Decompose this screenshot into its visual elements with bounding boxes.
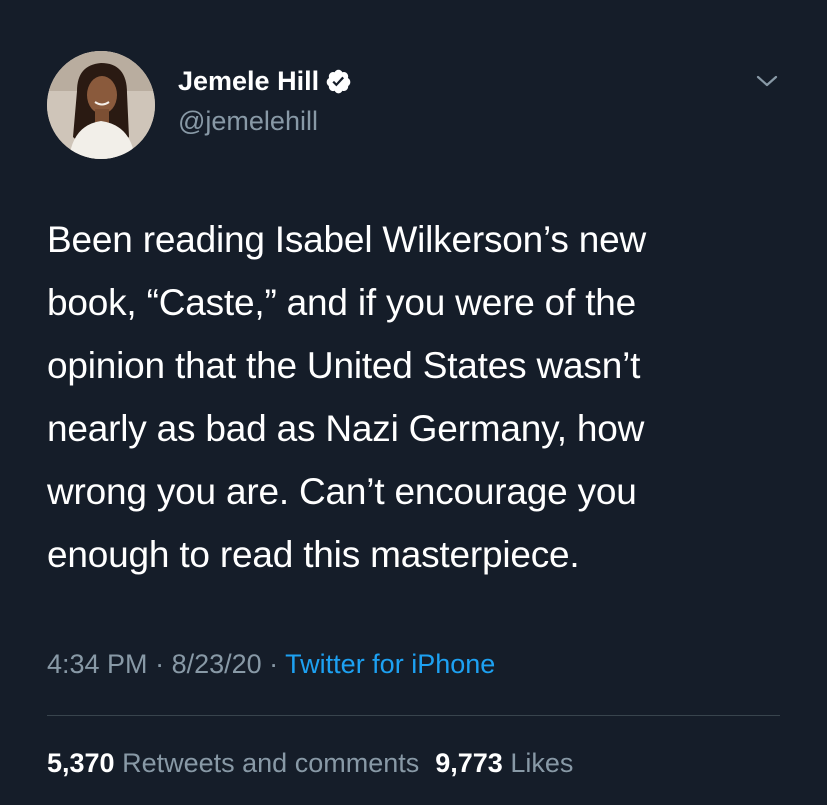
retweets-stat[interactable]: 5,370 Retweets and comments	[47, 743, 419, 783]
tweet-stats: 5,370 Retweets and comments 9,773 Likes	[47, 743, 573, 783]
retweets-count: 5,370	[47, 748, 115, 778]
meta-separator: ·	[261, 649, 286, 679]
verified-badge-icon	[325, 68, 352, 95]
tweet-text-line: book, “Caste,” and if you were of the	[47, 282, 637, 323]
tweet-text-line: Been reading Isabel Wilkerson’s new	[47, 219, 647, 260]
likes-stat[interactable]: 9,773 Likes	[435, 743, 573, 783]
tweet-date[interactable]: 8/23/20	[172, 649, 262, 679]
tweet-source-link[interactable]: Twitter for iPhone	[285, 649, 495, 679]
tweet-time[interactable]: 4:34 PM	[47, 649, 148, 679]
tweet-text-line: opinion that the United States wasn’t	[47, 345, 641, 386]
avatar[interactable]	[47, 51, 155, 159]
retweets-label: Retweets and comments	[122, 748, 420, 778]
tweet-text-line: enough to read this masterpiece.	[47, 534, 580, 575]
meta-separator: ·	[147, 649, 172, 679]
likes-count: 9,773	[435, 748, 503, 778]
author-handle[interactable]: @jemelehill	[178, 104, 318, 138]
divider	[47, 715, 780, 716]
chevron-down-icon[interactable]	[752, 66, 782, 96]
tweet-text-line: nearly as bad as Nazi Germany, how	[47, 408, 645, 449]
tweet-card: Jemele Hill @jemelehill Been reading Isa…	[0, 0, 827, 805]
author-display-name[interactable]: Jemele Hill	[178, 64, 319, 98]
author-name-row[interactable]: Jemele Hill	[178, 64, 352, 98]
user-avatar	[47, 51, 155, 159]
likes-label: Likes	[510, 748, 574, 778]
tweet-meta: 4:34 PM · 8/23/20 · Twitter for iPhone	[47, 644, 495, 684]
tweet-text-line: wrong you are. Can’t encourage you	[47, 471, 637, 512]
tweet-text: Been reading Isabel Wilkerson’s new book…	[47, 208, 787, 586]
